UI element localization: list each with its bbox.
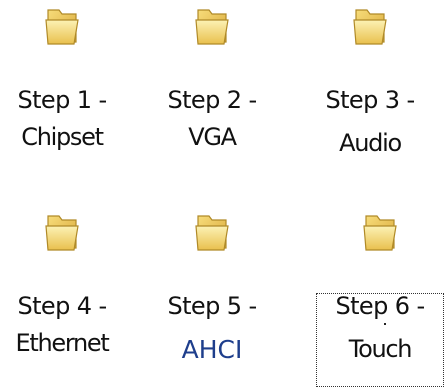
folder-label-line1: Step 5 - bbox=[167, 292, 257, 320]
focus-rectangle bbox=[316, 293, 444, 387]
folder-icon bbox=[42, 212, 82, 254]
folder-icon bbox=[192, 212, 232, 254]
folder-label-line1: Step 3 - bbox=[325, 86, 415, 114]
folder-icon bbox=[360, 212, 400, 254]
folder-item-step-3[interactable]: Step 3 - Audio bbox=[300, 6, 440, 162]
folder-item-step-4[interactable]: Step 4 - Ethernet bbox=[0, 212, 132, 362]
folder-label-line1: Step 1 - bbox=[17, 86, 107, 114]
folder-icon bbox=[350, 6, 390, 48]
folder-label-line2: Chipset bbox=[21, 123, 104, 151]
text-caret bbox=[384, 323, 386, 325]
folder-item-step-1[interactable]: Step 1 - Chipset bbox=[0, 6, 132, 156]
folder-label-line1: Step 2 - bbox=[167, 86, 257, 114]
folder-label-line2: Audio bbox=[339, 129, 402, 157]
folder-label-line2: VGA bbox=[188, 123, 237, 151]
folder-item-step-5[interactable]: Step 5 - AHCI bbox=[142, 212, 282, 368]
folder-label-line2: AHCI bbox=[181, 335, 243, 364]
folder-icon bbox=[192, 6, 232, 48]
folder-label-line2: Ethernet bbox=[15, 329, 110, 357]
folder-item-step-2[interactable]: Step 2 - VGA bbox=[142, 6, 282, 156]
folder-icon bbox=[42, 6, 82, 48]
folder-label-line1: Step 4 - bbox=[17, 292, 107, 320]
folder-view: Step 1 - Chipset Step 2 - VGA Step 3 - A… bbox=[0, 0, 447, 390]
